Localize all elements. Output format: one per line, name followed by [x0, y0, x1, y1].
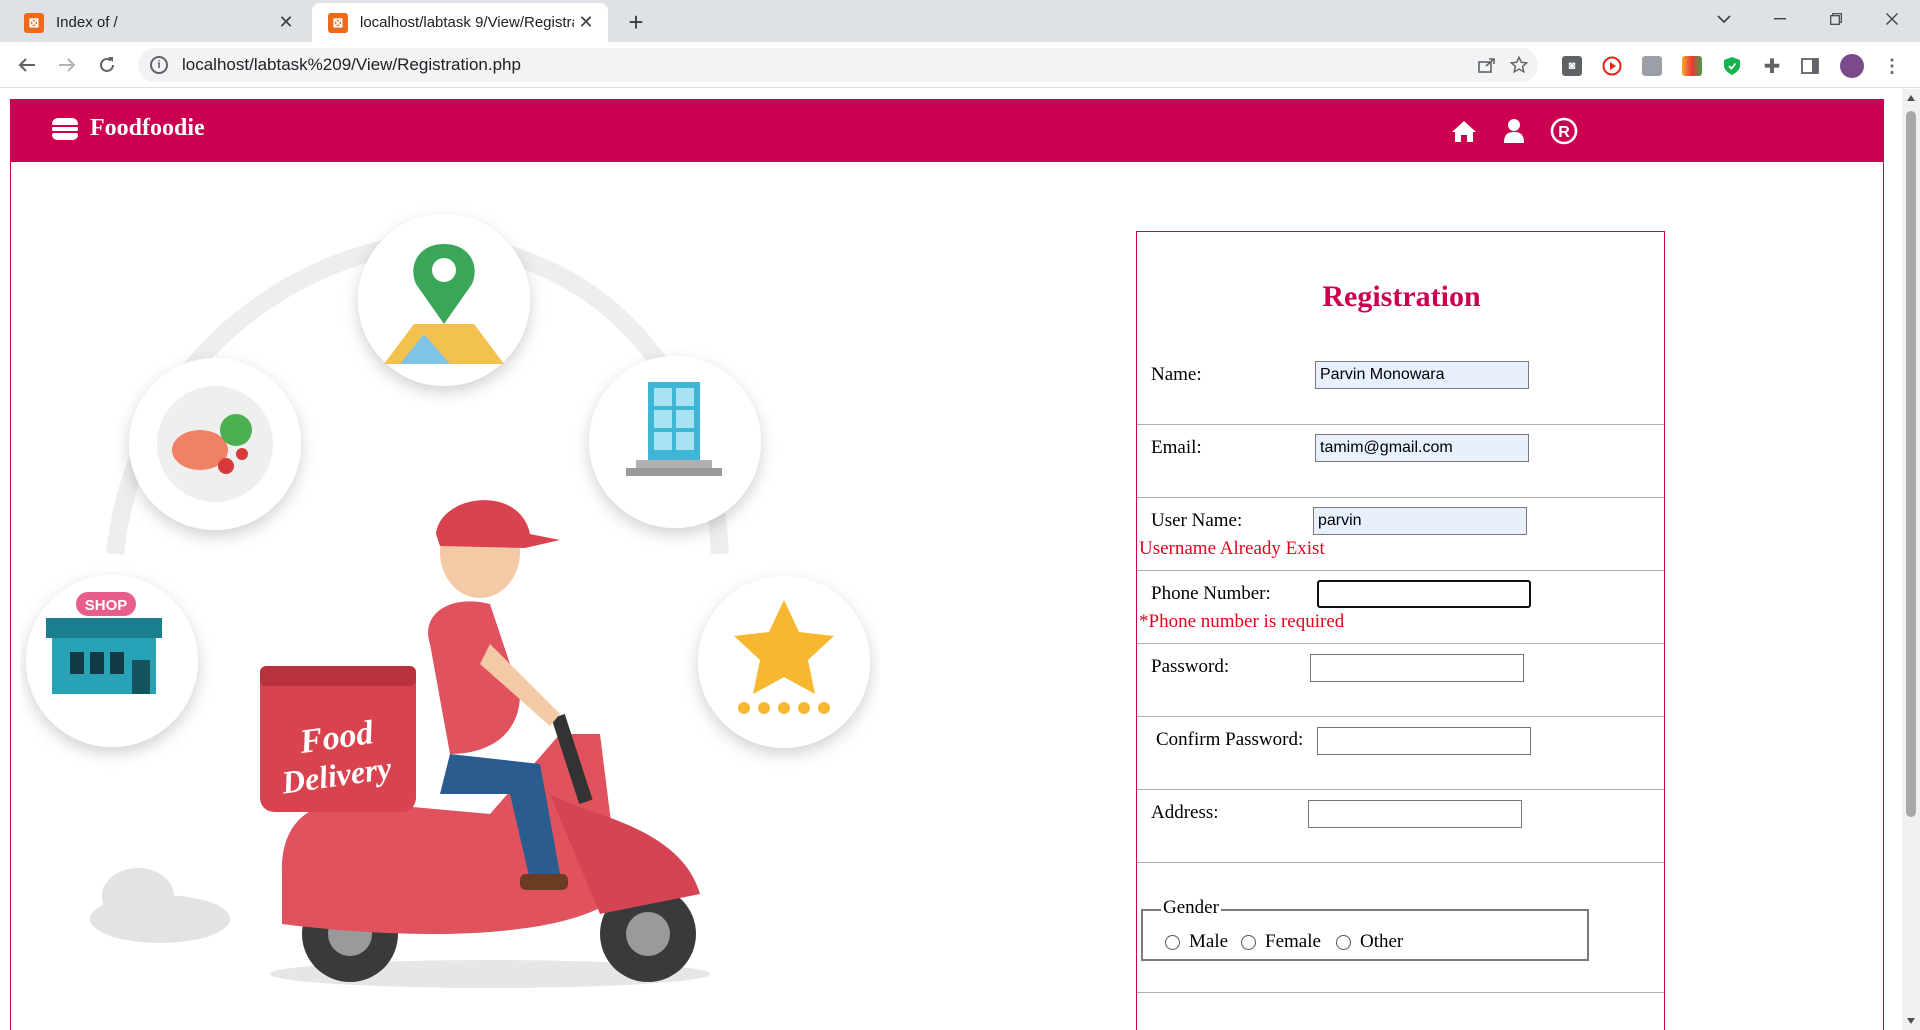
new-tab-plus-icon[interactable]: +: [622, 7, 650, 37]
scroll-down-arrow-icon[interactable]: [1907, 1018, 1915, 1024]
reload-icon[interactable]: [92, 50, 122, 80]
map-pin-circle: [358, 214, 530, 386]
username-label: User Name:: [1151, 510, 1243, 531]
url-text: localhost/labtask%209/View/Registration.…: [182, 55, 521, 74]
password-label: Password:: [1151, 656, 1230, 677]
email-input[interactable]: [1315, 434, 1529, 462]
confirm-password-row: Confirm Password:: [1137, 717, 1664, 790]
brand-name: Foodfoodie: [90, 115, 205, 141]
phone-error: *Phone number is required: [1139, 611, 1345, 632]
page-viewport: Foodfoodie R SHOP Food Delivery Registra…: [0, 89, 1920, 1030]
address-label: Address:: [1151, 802, 1219, 823]
back-arrow-icon[interactable]: [12, 50, 42, 80]
shop-circle: SHOP: [26, 575, 198, 747]
user-icon[interactable]: [1500, 117, 1528, 145]
home-icon[interactable]: [1450, 117, 1478, 145]
food-delivery-illustration: SHOP Food Delivery: [26, 214, 870, 988]
forward-arrow-icon[interactable]: [52, 50, 82, 80]
gender-fieldset: Gender Male Female Other: [1141, 897, 1589, 961]
phone-label: Phone Number:: [1151, 583, 1271, 604]
brand[interactable]: Foodfoodie: [52, 115, 205, 142]
confirm-password-input[interactable]: [1317, 727, 1531, 755]
window-close-icon[interactable]: [1864, 0, 1920, 38]
menu-kebab-icon[interactable]: ⋮: [1882, 56, 1902, 76]
phone-input[interactable]: [1317, 580, 1531, 608]
share-icon[interactable]: [1476, 54, 1498, 76]
confirm-password-label: Confirm Password:: [1156, 729, 1304, 750]
gender-legend: Gender: [1161, 897, 1221, 919]
password-input[interactable]: [1310, 654, 1524, 682]
registered-icon[interactable]: R: [1550, 117, 1578, 145]
burger-logo-icon: [52, 117, 78, 140]
extension-contact-icon[interactable]: ◙: [1562, 56, 1582, 76]
registration-form: Registration Name: Email: User Name: Use…: [1136, 231, 1665, 1030]
close-tab-icon[interactable]: ✕: [574, 11, 598, 35]
address-input[interactable]: [1308, 800, 1522, 828]
restore-icon[interactable]: [1808, 0, 1864, 38]
email-label: Email:: [1151, 437, 1202, 458]
extension-color-icon[interactable]: [1682, 56, 1702, 76]
site-navbar: Foodfoodie R: [10, 99, 1884, 162]
extension-shield-icon[interactable]: [1722, 56, 1742, 76]
gender-male-radio[interactable]: [1165, 935, 1180, 950]
browser-toolbar: i localhost/labtask%209/View/Registratio…: [0, 42, 1920, 88]
salad-plate-circle: [129, 358, 301, 530]
gender-other-label: Other: [1360, 931, 1404, 952]
name-input[interactable]: [1315, 361, 1529, 389]
address-row: Address:: [1137, 790, 1664, 863]
gender-male-label: Male: [1189, 931, 1229, 952]
extension-play-icon[interactable]: [1602, 56, 1622, 76]
building-circle: [589, 356, 761, 528]
gender-row: Gender Male Female Other: [1137, 863, 1664, 993]
rating-star-circle: [698, 576, 870, 748]
extensions-puzzle-icon[interactable]: ✚: [1762, 56, 1782, 78]
username-input[interactable]: [1313, 507, 1527, 535]
shop-sign-text: SHOP: [85, 597, 128, 614]
username-row: User Name: Username Already Exist: [1137, 498, 1664, 571]
svg-text:R: R: [1558, 124, 1570, 141]
xampp-favicon-icon: ⊠: [24, 12, 44, 33]
scrollbar-thumb[interactable]: [1906, 111, 1916, 817]
minimize-icon[interactable]: [1752, 0, 1808, 38]
name-label: Name:: [1151, 364, 1202, 385]
tab-index[interactable]: ⊠ Index of / ✕: [8, 3, 308, 42]
username-error: Username Already Exist: [1139, 538, 1325, 559]
address-bar[interactable]: i localhost/labtask%209/View/Registratio…: [138, 48, 1538, 82]
gender-female-label: Female: [1265, 931, 1321, 952]
tab-title: localhost/labtask 9/View/Registra: [360, 14, 574, 31]
xampp-favicon-icon: ⊠: [328, 12, 348, 33]
profile-avatar-icon[interactable]: [1840, 54, 1864, 78]
tab-strip: ⊠ Index of / ✕ ⊠ localhost/labtask 9/Vie…: [0, 0, 1920, 42]
email-row: Email:: [1137, 425, 1664, 498]
tab-title: Index of /: [56, 14, 118, 31]
site-info-icon[interactable]: i: [150, 56, 168, 74]
side-panel-icon[interactable]: [1800, 56, 1820, 76]
name-row: Name:: [1137, 232, 1664, 425]
phone-row: Phone Number: *Phone number is required: [1137, 571, 1664, 644]
close-tab-icon[interactable]: ✕: [274, 11, 298, 35]
tab-registration[interactable]: ⊠ localhost/labtask 9/View/Registra ✕: [312, 3, 608, 42]
tab-search-chevron-icon[interactable]: [1696, 0, 1752, 38]
password-row: Password:: [1137, 644, 1664, 717]
extension-avatar-icon[interactable]: [1642, 56, 1662, 76]
gender-female-radio[interactable]: [1241, 935, 1256, 950]
gender-other-radio[interactable]: [1336, 935, 1351, 950]
scroll-up-arrow-icon[interactable]: [1907, 95, 1915, 101]
bookmark-star-icon[interactable]: [1508, 54, 1530, 76]
page-scrollbar[interactable]: [1902, 89, 1920, 1030]
